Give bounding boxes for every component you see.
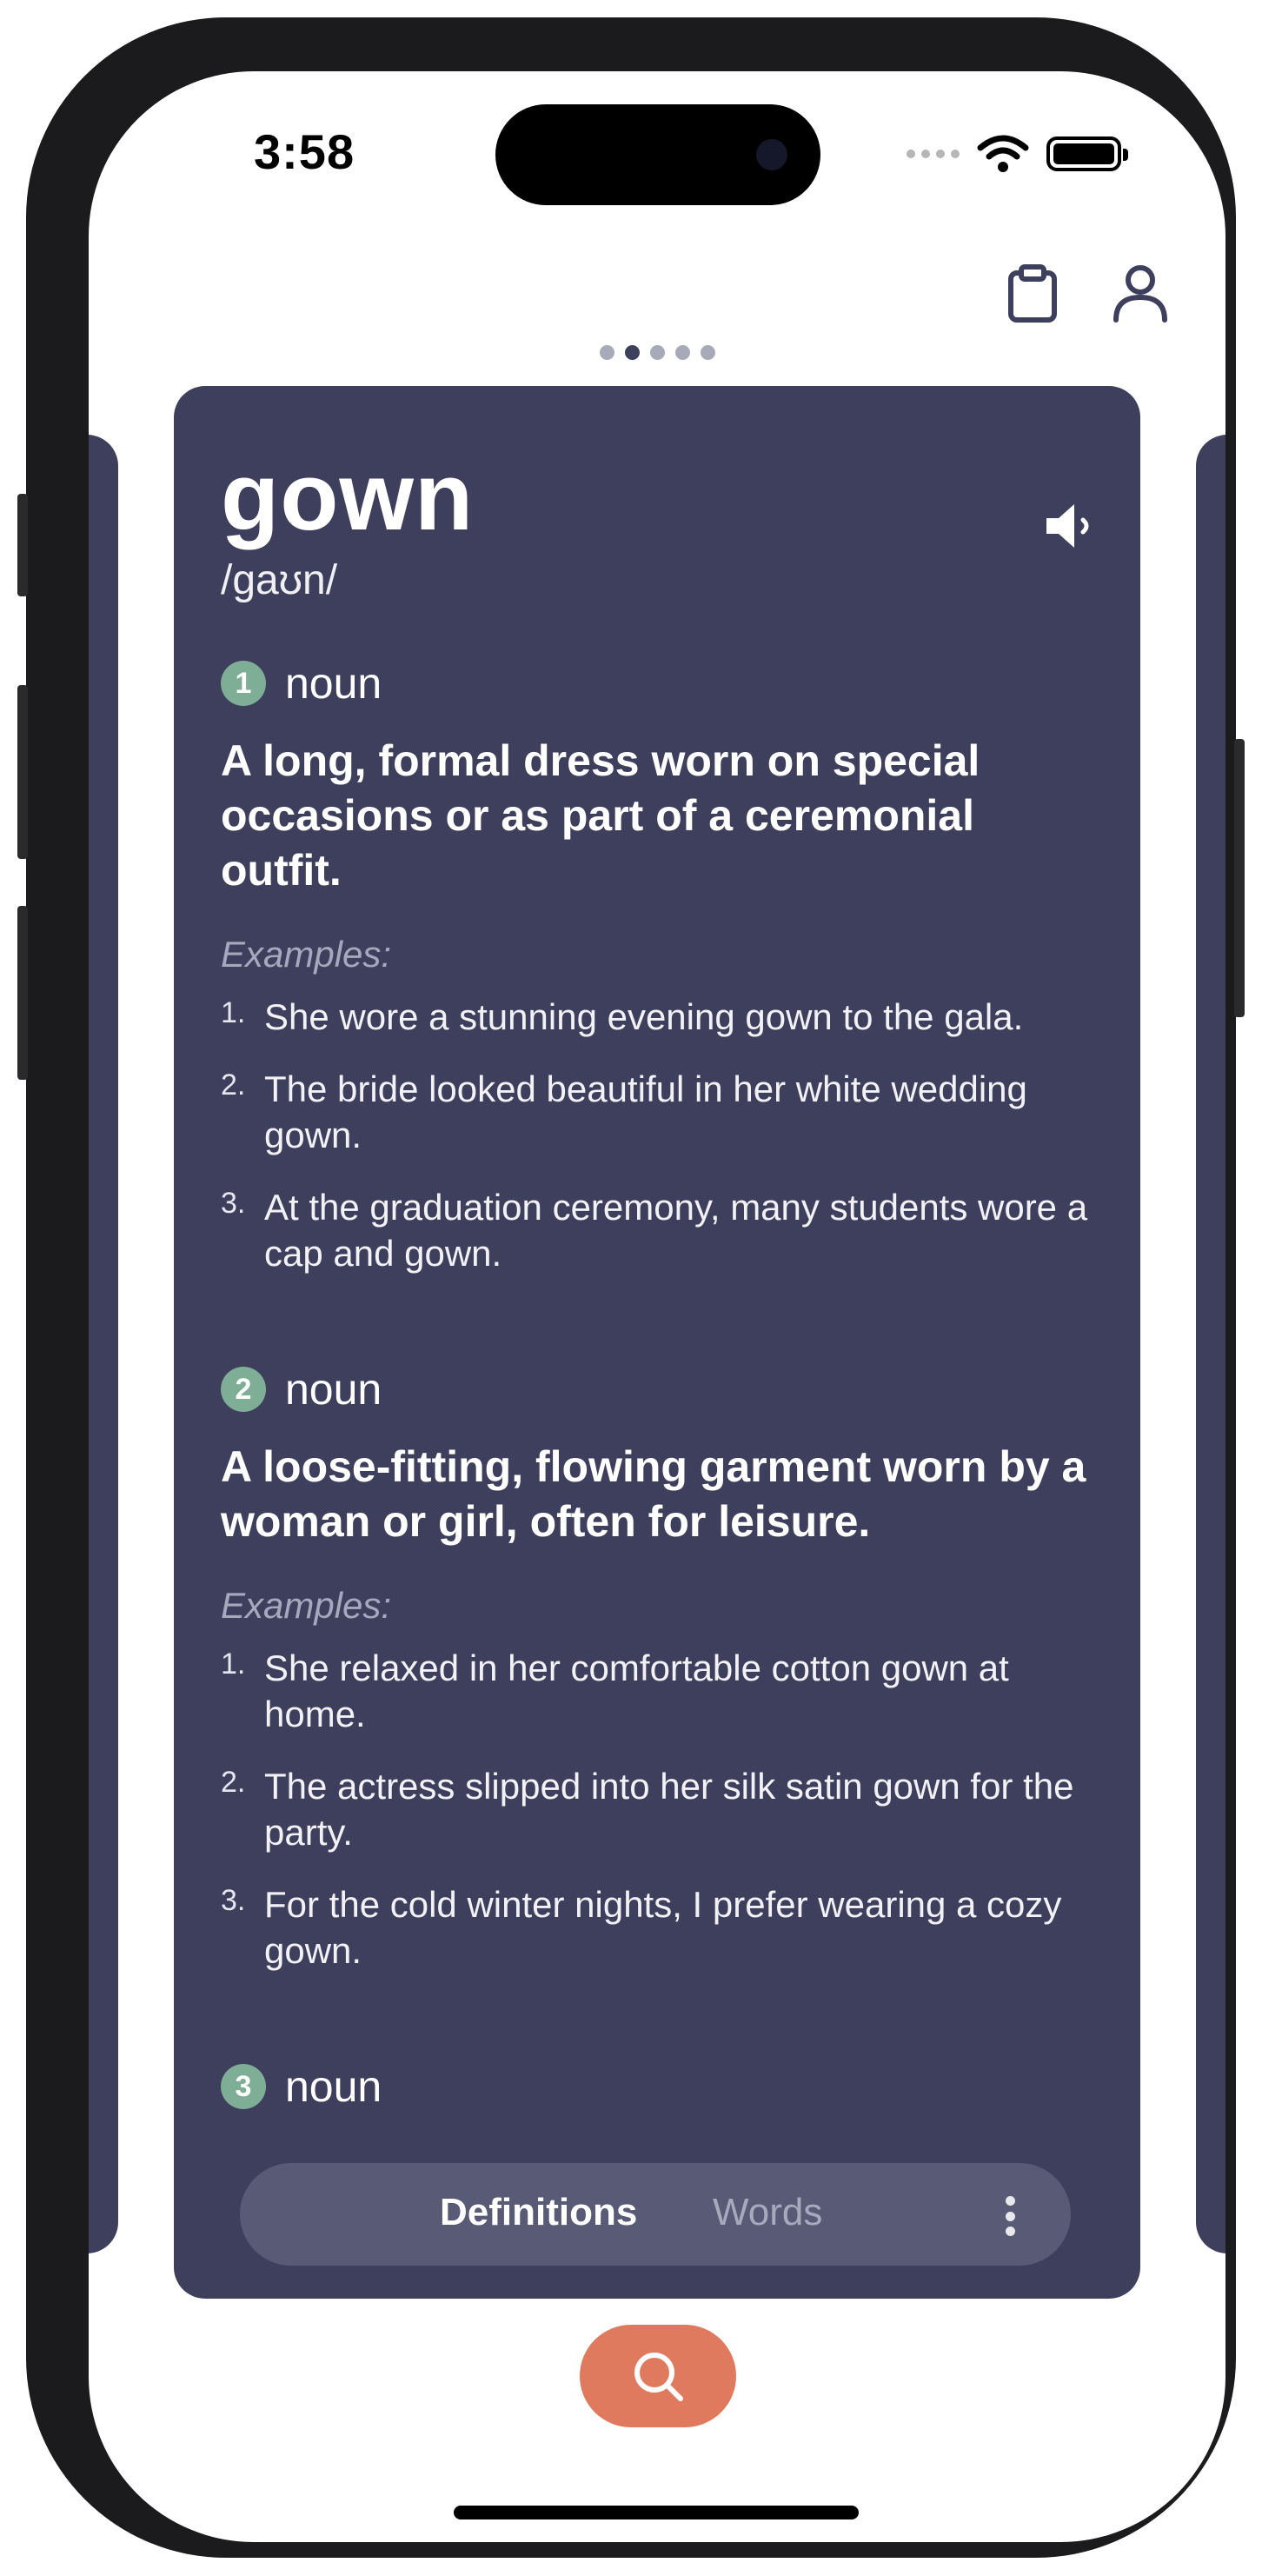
sense-header: 2 noun xyxy=(221,1361,1095,1417)
page-dot-active xyxy=(624,345,640,360)
sense: 1 noun A long, formal dress worn on spec… xyxy=(221,656,1095,1276)
phone-frame: 3:58 gown /gaʊn/ 1 noun A long, formal d… xyxy=(17,17,1245,2558)
sense-number-badge: 1 xyxy=(221,661,266,706)
part-of-speech: noun xyxy=(285,659,382,708)
screen: 3:58 gown /gaʊn/ 1 noun A long, formal d… xyxy=(89,71,1225,2542)
sense-header: 3 noun xyxy=(221,2059,1095,2114)
part-of-speech: noun xyxy=(285,2062,382,2111)
page-dot xyxy=(649,345,665,360)
tab-definitions[interactable]: Definitions xyxy=(440,2191,637,2234)
volume-down-button xyxy=(17,906,28,1080)
headword: gown xyxy=(221,443,475,550)
view-switcher: Definitions Words xyxy=(240,2163,1071,2266)
examples-label: Examples: xyxy=(221,934,392,975)
examples-label: Examples: xyxy=(221,1585,392,1626)
next-card-peek[interactable] xyxy=(1196,435,1225,2253)
page-dot xyxy=(599,345,614,360)
page-dot xyxy=(700,345,715,360)
example-item: 3. At the graduation ceremony, many stude… xyxy=(221,1187,1088,1274)
signal-dots-icon xyxy=(907,150,960,158)
example-item: 2. The actress slipped into her silk sati… xyxy=(221,1766,1074,1853)
volume-up-button xyxy=(17,685,28,859)
phonetic: /gaʊn/ xyxy=(221,557,338,603)
wifi-icon xyxy=(977,135,1029,172)
definition: A loose-fitting, flowing garment worn by… xyxy=(221,1442,1086,1546)
examples-list: 1. She relaxed in her comfortable cotton … xyxy=(221,1645,1095,1974)
examples-list: 1. She wore a stunning evening gown to th… xyxy=(221,994,1095,1276)
sense: 3 noun xyxy=(221,2059,1095,2114)
home-indicator[interactable] xyxy=(454,2506,859,2519)
action-button xyxy=(17,494,28,596)
dynamic-island xyxy=(495,104,820,205)
card-content: gown /gaʊn/ 1 noun A long, formal dress … xyxy=(221,445,1095,2114)
clipboard-icon[interactable] xyxy=(1001,263,1064,325)
previous-card-peek[interactable] xyxy=(89,435,118,2253)
battery-icon xyxy=(1046,136,1128,171)
more-vertical-icon[interactable] xyxy=(1005,2196,1015,2236)
example-item: 2. The bride looked beautiful in her whit… xyxy=(221,1068,1027,1155)
status-time: 3:58 xyxy=(254,124,355,179)
search-button[interactable] xyxy=(580,2325,736,2427)
definition: A long, formal dress worn on special occ… xyxy=(221,736,980,895)
power-button xyxy=(1234,739,1245,1017)
sense-number-badge: 3 xyxy=(221,2064,266,2109)
sense: 2 noun A loose-fitting, flowing garment … xyxy=(221,1361,1095,1974)
example-item: 1. She wore a stunning evening gown to th… xyxy=(221,996,1024,1037)
part-of-speech: noun xyxy=(285,1365,382,1414)
top-actions xyxy=(1001,263,1172,325)
search-icon xyxy=(634,2353,683,2401)
word-card: gown /gaʊn/ 1 noun A long, formal dress … xyxy=(174,386,1140,2299)
page-dot xyxy=(674,345,690,360)
status-icons xyxy=(907,132,1128,176)
example-item: 3. For the cold winter nights, I prefer w… xyxy=(221,1884,1062,1971)
front-camera xyxy=(756,139,787,170)
example-item: 1. She relaxed in her comfortable cotton … xyxy=(221,1647,1009,1734)
page-indicator[interactable] xyxy=(89,345,1225,360)
sense-number-badge: 2 xyxy=(221,1367,266,1412)
tab-words[interactable]: Words xyxy=(713,2191,822,2234)
sense-header: 1 noun xyxy=(221,656,1095,711)
user-icon[interactable] xyxy=(1109,263,1172,325)
